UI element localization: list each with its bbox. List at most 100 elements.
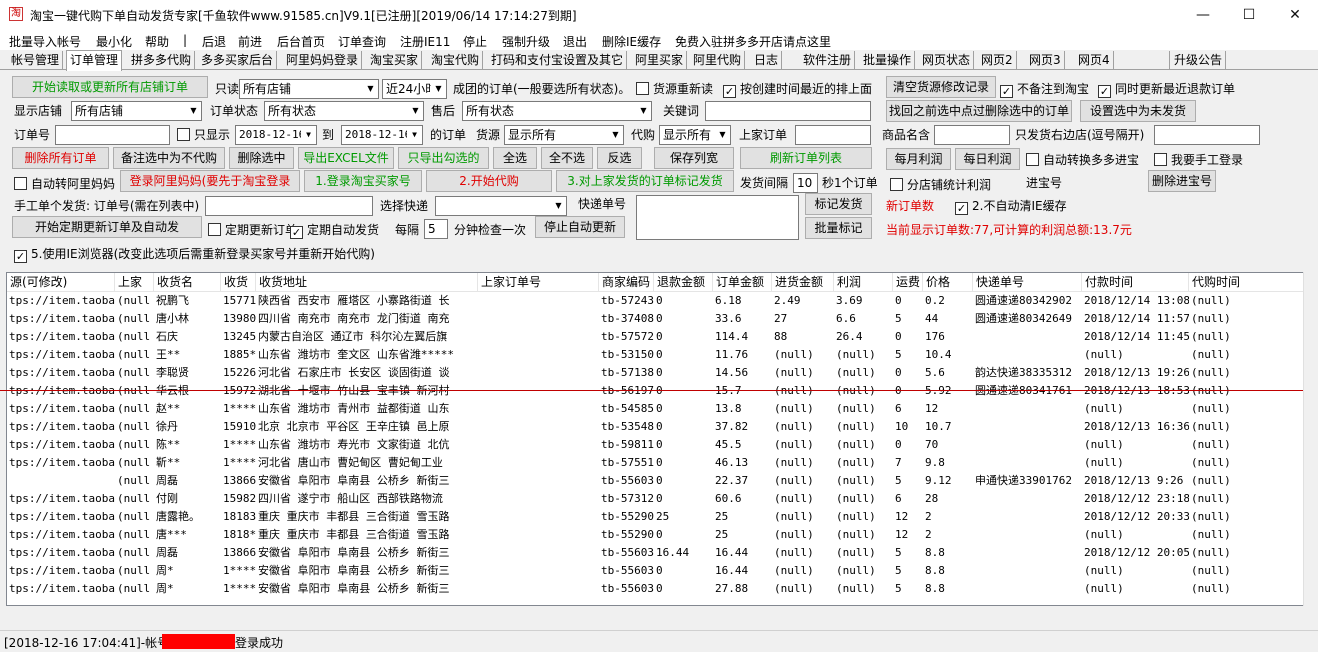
table-row[interactable]: tps://item.taoba (null 华云根 15972 湖北省 十堰市 竹山县… (7, 382, 1303, 400)
tab-batch-ops[interactable]: 批量操作 (860, 51, 916, 69)
table-row[interactable]: tps://item.taoba (null 李聪贤 15226 河北省 石家庄市 长安… (7, 364, 1303, 382)
menu-pdd-join[interactable]: 免费入驻拼多多开店请点这里 (675, 33, 831, 50)
per-shop-profit-checkbox[interactable]: 分店铺统计利润 (890, 177, 991, 193)
save-column-width-button[interactable]: 保存列宽 (654, 147, 734, 169)
table-row[interactable]: tps://item.taoba (null 赵** 1**** 山东省 潍坊市 青州市… (7, 400, 1303, 418)
menu-back[interactable]: 后退 (202, 33, 226, 50)
table-row[interactable]: tps://item.taoba (null 靳** 1**** 河北省 唐山市 曹妃甸… (7, 454, 1303, 472)
tab-page4[interactable]: 网页4 (1075, 51, 1114, 69)
table-row[interactable]: tps://item.taoba (null 唐露艳。 18183 重庆 重庆市 丰都县… (7, 508, 1303, 526)
col-express-no[interactable]: 快递单号 (973, 273, 1082, 292)
table-row[interactable]: tps://item.taoba (null 石庆 13245 内蒙古自治区 通辽市 科… (7, 328, 1303, 346)
horizontal-scrollbar[interactable] (6, 606, 1304, 624)
tab-ali-buyer[interactable]: 阿里买家 (632, 51, 688, 69)
table-row[interactable]: (null 周磊 13866 安徽省 阜阳市 阜南县 公桥乡 新街三 tb-55603 0… (7, 472, 1303, 490)
tab-page2[interactable]: 网页2 (978, 51, 1017, 69)
product-name-input[interactable] (934, 125, 1010, 145)
vertical-scrollbar[interactable] (1303, 272, 1318, 606)
express-select[interactable]: ▼ (435, 196, 567, 216)
table-row[interactable]: tps://item.taoba (null 陈** 1**** 山东省 潍坊市 寿光市… (7, 436, 1303, 454)
menu-admin-home[interactable]: 后台首页 (277, 33, 325, 50)
table-row[interactable]: tps://item.taoba (null 周* 1**** 安徽省 阜阳市 阜南县 … (7, 562, 1303, 580)
refresh-orders-button[interactable]: 刷新订单列表 (740, 147, 872, 169)
timed-update-checkbox[interactable]: 定期更新订单 (208, 222, 297, 238)
col-receiver-name[interactable]: 收货名 (154, 273, 221, 292)
use-ie-checkbox[interactable]: ✓ 5.使用IE浏览器(改变此选项后需重新登录买家号并重新开始代购) (14, 246, 375, 263)
tab-software-register[interactable]: 软件注册 (800, 51, 856, 69)
find-deleted-button[interactable]: 找回之前选中点过删除选中的订单 (886, 100, 1072, 122)
tab-ali-purchase[interactable]: 阿里代购 (690, 51, 746, 69)
step1-login-button[interactable]: 1.登录淘宝买家号 (304, 170, 422, 192)
batch-mark-button[interactable]: 批量标记 (805, 217, 872, 239)
purchase-select[interactable]: 显示所有 ▼ (659, 125, 731, 145)
col-price[interactable]: 价格 (923, 273, 973, 292)
minimize-button[interactable]: — (1180, 0, 1226, 30)
menu-clear-ie-cache[interactable]: 删除IE缓存 (602, 33, 661, 50)
tab-pdd-purchase[interactable]: 拼多多代购 (128, 51, 196, 69)
after-sale-select[interactable]: 所有状态 ▼ (462, 101, 652, 121)
auto-convert-pdd-checkbox[interactable]: 自动转换多多进宝 (1026, 152, 1139, 168)
col-address[interactable]: 收货地址 (256, 273, 478, 292)
tab-orders[interactable]: 订单管理 (66, 50, 123, 71)
tab-alimama-login[interactable]: 阿里妈妈登录 (283, 51, 363, 69)
clear-source-button[interactable]: 清空货源修改记录 (886, 76, 996, 98)
col-order-amount[interactable]: 订单金额 (713, 273, 772, 292)
no-remark-checkbox[interactable]: ✓ 不备注到淘宝 (1000, 81, 1089, 98)
menu-order-query[interactable]: 订单查询 (338, 33, 386, 50)
table-row[interactable]: tps://item.taoba (null 唐小林 13980 四川省 南充市 南充市… (7, 310, 1303, 328)
delete-all-button[interactable]: 删除所有订单 (12, 147, 109, 169)
menu-batch-import[interactable]: 批量导入帐号 (9, 33, 81, 50)
source-update-checkbox[interactable]: 货源重新读 (636, 81, 713, 97)
menu-help[interactable]: 帮助 (145, 33, 169, 50)
set-unshipped-button[interactable]: 设置选中为未发货 (1080, 100, 1196, 122)
table-row[interactable]: tps://item.taoba (null 付刚 15982 四川省 遂宁市 船山区 … (7, 490, 1303, 508)
col-merchant-code[interactable]: 商家编码 (599, 273, 654, 292)
display-shop-select[interactable]: 所有店铺 ▼ (71, 101, 202, 121)
ship-interval-input[interactable]: 10 (793, 173, 818, 193)
table-row[interactable]: tps://item.taoba (null 周* 1**** 安徽省 阜阳市 阜南县 … (7, 580, 1303, 598)
monthly-profit-button[interactable]: 每月利润 (886, 148, 951, 170)
no-auto-clear-checkbox[interactable]: ✓ 2.不自动清IE缓存 (955, 198, 1067, 215)
keyword-input[interactable] (705, 101, 871, 121)
col-freight[interactable]: 运费 (893, 273, 923, 292)
time-range-select[interactable]: 近24小时 ▼ (382, 79, 447, 99)
remark-no-purchase-button[interactable]: 备注选中为不代购 (113, 147, 225, 169)
menu-minimize[interactable]: 最小化 (96, 33, 132, 50)
export-checked-button[interactable]: 只导出勾选的 (398, 147, 489, 169)
date-to-picker[interactable]: 2018-12-16 ▼ (341, 125, 423, 145)
col-receiver[interactable]: 收货 (221, 273, 256, 292)
timed-update-button[interactable]: 开始定期更新订单及自动发 (12, 216, 202, 238)
tab-taobao-purchase[interactable]: 淘宝代购 (428, 51, 484, 69)
maximize-button[interactable]: ☐ (1226, 0, 1272, 30)
invert-selection-button[interactable]: 反选 (597, 147, 642, 169)
close-button[interactable]: ✕ (1272, 0, 1318, 30)
only-show-checkbox[interactable]: 只显示 (177, 127, 230, 143)
table-row[interactable]: tps://item.taoba (null 王** 1885* 山东省 潍坊市 奎文区… (7, 346, 1303, 364)
source-select[interactable]: 显示所有 ▼ (504, 125, 624, 145)
every-value-input[interactable]: 5 (424, 219, 448, 239)
tab-upgrade-notice[interactable]: 升级公告 (1171, 51, 1227, 69)
table-row[interactable]: tps://item.taoba (null 祝鹏飞 15771 陕西省 西安市 雁塔区… (7, 292, 1303, 310)
table-row[interactable]: tps://item.taoba (null 唐*** 1818* 重庆 重庆市 丰都县… (7, 526, 1303, 544)
tab-captcha-settings[interactable]: 打码和支付宝设置及其它 (488, 51, 628, 69)
col-refund[interactable]: 退款金额 (654, 273, 713, 292)
menu-register-ie11[interactable]: 注册IE11 (400, 33, 450, 50)
col-source[interactable]: 源(可修改) (7, 273, 115, 292)
step2-start-button[interactable]: 2.开始代购 (426, 170, 552, 192)
stop-auto-update-button[interactable]: 停止自动更新 (535, 216, 625, 238)
login-alimama-button[interactable]: 登录阿里妈妈(要先于淘宝登录 (120, 170, 300, 192)
tab-log[interactable]: 日志 (751, 51, 783, 69)
step3-mark-shipped-button[interactable]: 3.对上家发货的订单标记发货 (556, 170, 734, 192)
table-row[interactable]: tps://item.taoba (null 徐丹 15910 北京 北京市 平谷区 王… (7, 418, 1303, 436)
export-excel-button[interactable]: 导出EXCEL文件 (298, 147, 394, 169)
read-orders-button[interactable]: 开始读取或更新所有店铺订单 (12, 76, 208, 98)
col-pay-time[interactable]: 付款时间 (1082, 273, 1189, 292)
menu-exit[interactable]: 退出 (563, 33, 587, 50)
tab-blank[interactable] (1122, 51, 1170, 69)
menu-forward[interactable]: 前进 (238, 33, 262, 50)
col-purchase-amount[interactable]: 进货金额 (772, 273, 834, 292)
col-profit[interactable]: 利润 (834, 273, 893, 292)
table-row[interactable]: tps://item.taoba (null 周磊 13866 安徽省 阜阳市 阜南县 … (7, 544, 1303, 562)
ship-right-shop-input[interactable] (1154, 125, 1260, 145)
orders-table[interactable]: 源(可修改) 上家 收货名 收货 收货地址 上家订单号 商家编码 退款金额 订单… (6, 272, 1304, 606)
